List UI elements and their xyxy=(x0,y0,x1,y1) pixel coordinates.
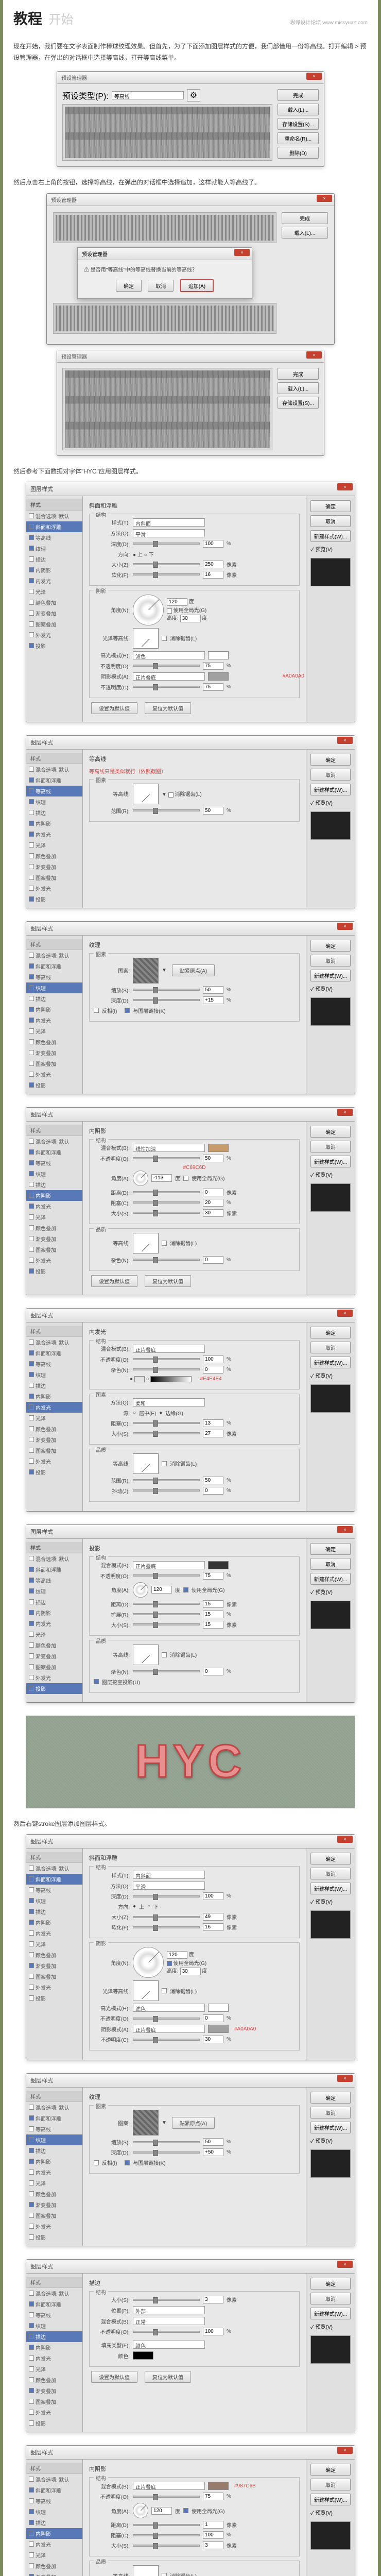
hl-color-swatch[interactable] xyxy=(208,651,229,659)
done-button[interactable]: 完成 xyxy=(278,368,319,380)
contour-grid[interactable] xyxy=(62,104,272,161)
close-icon[interactable]: × xyxy=(337,1109,353,1116)
style-item[interactable]: 内发光 xyxy=(26,575,82,586)
save-button[interactable]: 存储设置(S)... xyxy=(278,397,319,409)
close-icon[interactable]: × xyxy=(337,2447,353,2454)
method-select[interactable]: 平滑 xyxy=(133,529,205,537)
contour-grid-full[interactable] xyxy=(62,368,272,450)
style-item[interactable]: 图案叠加 xyxy=(26,619,82,630)
close-icon[interactable]: × xyxy=(337,1310,353,1317)
ok-button[interactable]: 确定 xyxy=(310,500,351,512)
section4-text: 然后右键stroke图层添加图层样式。 xyxy=(13,1819,368,1829)
close-icon[interactable]: × xyxy=(306,351,322,359)
style-item[interactable]: 渐变叠加 xyxy=(26,608,82,619)
layer-style-drop-shadow: 图层样式× 样式 混合选项: 默认 斜面和浮雕 等高线 纹理 描边 内阴影 内发… xyxy=(26,1524,355,1703)
style-item[interactable]: 内阴影 xyxy=(26,565,82,575)
layer-style-texture: 图层样式× 样式 混合选项: 默认 斜面和浮雕 等高线 纹理 描边 内阴影 内发… xyxy=(26,921,355,1094)
delete-button[interactable]: 删除(D) xyxy=(278,147,319,159)
size-slider[interactable] xyxy=(133,563,200,565)
save-button[interactable]: 存储设置(S)... xyxy=(278,118,319,130)
style-item[interactable]: 投影 xyxy=(26,640,82,651)
load-button[interactable]: 载入(L)... xyxy=(282,227,328,239)
style-item[interactable]: 混合选项: 默认 xyxy=(26,511,82,521)
close-icon[interactable]: × xyxy=(337,737,353,744)
dialog-message: ⚠ 是否用"等高线"中的等高线替换当前的等高线？ xyxy=(84,265,246,273)
done-button[interactable]: 完成 xyxy=(282,212,328,224)
title-main: 教程 xyxy=(13,8,42,28)
preset-manager-dialog-window: 预设管理器× 预设管理器× ⚠ 是否用"等高线"中的等高线替换当前的等高线？ 确… xyxy=(46,193,335,345)
style-item[interactable]: 颜色叠加 xyxy=(26,597,82,608)
preset-type-select[interactable]: 等高线 xyxy=(112,91,184,99)
reset-default-button[interactable]: 复位为默认值 xyxy=(145,702,191,714)
depth-input[interactable] xyxy=(203,540,223,548)
depth-slider[interactable] xyxy=(133,543,200,545)
close-icon[interactable]: × xyxy=(234,249,250,256)
cancel-button[interactable]: 取消 xyxy=(310,515,351,527)
sh-color-swatch[interactable] xyxy=(208,672,229,681)
contour-picker[interactable] xyxy=(133,784,159,804)
size-input[interactable] xyxy=(203,561,223,568)
layer-style-inner-shadow: 图层样式× 样式 混合选项: 默认 斜面和浮雕 等高线 纹理 描边 内阴影 内发… xyxy=(26,1107,355,1295)
window-titlebar: 预设管理器 × xyxy=(57,72,324,84)
intro-text: 现在开始，我们要在文字表面制作棒球纹理效果。但首先，为了下面添加图层样式的方便，… xyxy=(13,41,368,63)
section2-text: 然后点击右上角的按钮，选择等高线，在弹出的对话框中选择追加，这样就能人等高线了。 xyxy=(13,177,368,188)
angle-input[interactable] xyxy=(167,598,187,606)
close-icon[interactable]: × xyxy=(337,2075,353,2082)
layer-style-texture-2: 图层样式× 样式 混合选项: 默认 斜面和浮雕 等高线 纹理 描边 内阴影 内发… xyxy=(26,2073,355,2246)
load-button[interactable]: 载入(L)... xyxy=(278,104,319,115)
layer-style-bevel-2: 图层样式× 样式 混合选项: 默认 斜面和浮雕 等高线 纹理 描边 内阴影 内发… xyxy=(26,1834,355,2060)
done-button[interactable]: 完成 xyxy=(278,89,319,101)
preset-manager-window: 预设管理器 × 预设类型(P): 等高线 ⚙ 完成 载入(L)... 存储设置(… xyxy=(57,71,324,167)
set-default-button[interactable]: 设置为默认值 xyxy=(91,702,137,714)
soften-slider[interactable] xyxy=(133,573,200,575)
style-list: 样式 混合选项: 默认 斜面和浮雕 等高线 纹理 描边 内阴影 内发光 光泽 颜… xyxy=(26,496,83,722)
panel-title: 斜面和浮雕 xyxy=(89,501,300,510)
gloss-contour[interactable] xyxy=(133,628,159,649)
append-button[interactable]: 追加(A) xyxy=(180,279,214,292)
confirm-dialog: 预设管理器× ⚠ 是否用"等高线"中的等高线替换当前的等高线？ 确定 取消 追加… xyxy=(77,247,252,299)
style-item[interactable]: 纹理 xyxy=(26,543,82,554)
style-item[interactable]: 外发光 xyxy=(26,630,82,640)
layer-style-inner-glow: 图层样式× 样式 混合选项: 默认 斜面和浮雕 等高线 纹理 描边 内阴影 内发… xyxy=(26,1308,355,1512)
preset-manager-result: 预设管理器× 完成 载入(L)... 存储设置(S)... xyxy=(57,350,324,456)
close-icon[interactable]: × xyxy=(337,483,353,490)
result-preview-1: HYC xyxy=(26,1716,355,1808)
layer-style-inner-shadow-2: 图层样式× 样式 混合选项: 默认 斜面和浮雕 等高线 纹理 描边 内阴影 内发… xyxy=(26,2445,355,2576)
hl-mode-select[interactable]: 滤色 xyxy=(133,651,205,659)
preview-box xyxy=(310,558,351,586)
close-icon[interactable]: × xyxy=(306,73,322,80)
new-style-button[interactable]: 新建样式(W)... xyxy=(310,530,351,542)
close-icon[interactable]: × xyxy=(337,1836,353,1843)
style-item-bevel[interactable]: 斜面和浮雕 xyxy=(26,521,82,532)
layer-style-bevel: 图层样式× 样式 混合选项: 默认 斜面和浮雕 等高线 纹理 描边 内阴影 内发… xyxy=(26,482,355,722)
style-item[interactable]: 光泽 xyxy=(26,586,82,597)
title-sub: 开始 xyxy=(48,9,73,27)
rename-button[interactable]: 重命名(R)... xyxy=(278,132,319,144)
close-icon[interactable]: × xyxy=(317,195,332,202)
sh-mode-select[interactable]: 正片叠底 xyxy=(133,672,205,681)
style-select[interactable]: 内斜面 xyxy=(133,518,205,527)
style-item[interactable]: 等高线 xyxy=(26,532,82,543)
section3-text: 然后参考下面数据对字体"HYC"应用图层样式。 xyxy=(13,466,368,477)
soften-input[interactable] xyxy=(203,571,223,579)
color-swatch[interactable] xyxy=(208,1144,229,1152)
close-icon[interactable]: × xyxy=(337,1526,353,1533)
pattern-picker[interactable] xyxy=(133,958,159,984)
close-icon[interactable]: × xyxy=(337,2261,353,2268)
angle-dial[interactable] xyxy=(133,595,164,625)
cancel-button[interactable]: 取消 xyxy=(148,280,174,292)
preset-type-label: 预设类型(P): xyxy=(62,89,109,101)
gear-icon[interactable]: ⚙ xyxy=(187,89,200,101)
snap-button[interactable]: 贴紧原点(A) xyxy=(172,964,215,976)
close-icon[interactable]: × xyxy=(337,923,353,930)
ok-button[interactable]: 确定 xyxy=(116,280,142,292)
style-item[interactable]: 描边 xyxy=(26,554,82,565)
load-button[interactable]: 载入(L)... xyxy=(278,382,319,394)
layer-style-stroke: 图层样式× 样式 混合选项: 默认 斜面和浮雕 等高线 纹理 描边 内阴影 内发… xyxy=(26,2259,355,2432)
layer-style-contour: 图层样式× 样式 混合选项: 默认 斜面和浮雕 等高线 纹理 描边 内阴影 内发… xyxy=(26,735,355,908)
